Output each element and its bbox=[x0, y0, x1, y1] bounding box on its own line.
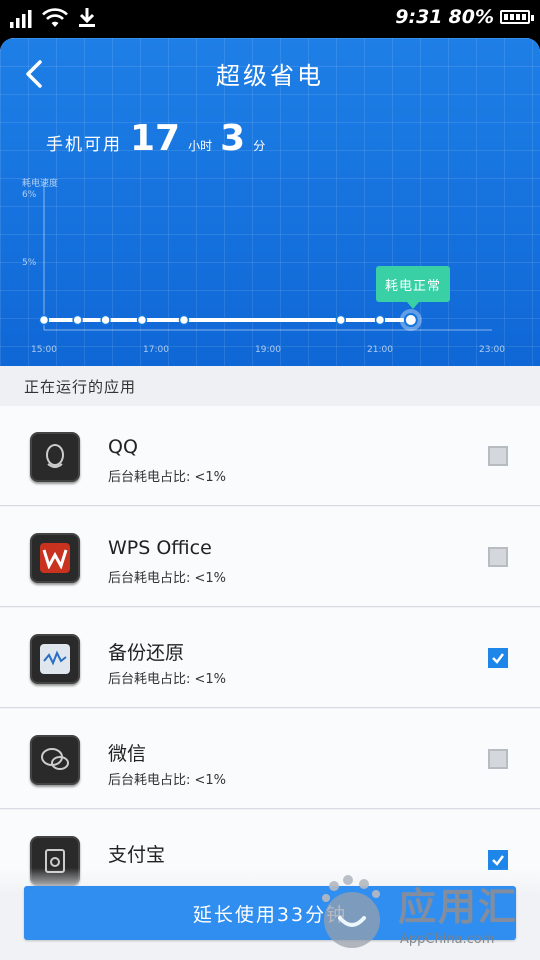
app-checkbox[interactable] bbox=[488, 547, 508, 567]
running-apps-list: QQ 后台耗电占比: <1% WPS Office 后台耗电占比: <1% 备份… bbox=[0, 406, 540, 906]
list-item: WPS Office 后台耗电占比: <1% bbox=[0, 507, 540, 607]
x-tick-label: 17:00 bbox=[143, 345, 169, 355]
battery-hero-panel: 超级省电 手机可用 17 小时 3 分 耗电速度 6% 5% 15:00 17:0… bbox=[0, 38, 540, 366]
status-tooltip: 耗电正常 bbox=[376, 266, 450, 309]
appchina-watermark: 应用汇 AppChina.com bbox=[312, 870, 532, 958]
x-tick-label: 19:00 bbox=[255, 345, 281, 355]
data-point bbox=[335, 314, 347, 326]
watermark-url: AppChina.com bbox=[400, 932, 495, 947]
signal-icon bbox=[10, 10, 32, 28]
status-bar: 9:31 80% bbox=[0, 0, 540, 38]
data-point bbox=[72, 314, 83, 326]
app-usage: 后台耗电占比: <1% bbox=[108, 470, 227, 485]
x-tick-label: 23:00 bbox=[479, 345, 505, 355]
list-item: 微信 后台耗电占比: <1% bbox=[0, 709, 540, 809]
backup-icon bbox=[30, 634, 80, 684]
app-usage: 后台耗电占比: <1% bbox=[108, 773, 227, 788]
clock: 9:31 bbox=[395, 6, 443, 28]
list-item: QQ 后台耗电占比: <1% bbox=[0, 406, 540, 506]
running-apps-header: 正在运行的应用 bbox=[0, 366, 540, 406]
app-name: WPS Office bbox=[108, 537, 212, 559]
app-checkbox[interactable] bbox=[488, 648, 508, 668]
x-tick-label: 15:00 bbox=[31, 345, 57, 355]
app-checkbox[interactable] bbox=[488, 850, 508, 870]
section-title: 正在运行的应用 bbox=[24, 378, 137, 396]
app-checkbox[interactable] bbox=[488, 749, 508, 769]
app-usage: 后台耗电占比: <1% bbox=[108, 672, 227, 687]
x-tick-label: 21:00 bbox=[367, 345, 393, 355]
app-checkbox[interactable] bbox=[488, 446, 508, 466]
super-power-saving-screen: 超级省电 手机可用 17 小时 3 分 耗电速度 6% 5% 15:00 17:0… bbox=[0, 38, 540, 960]
status-icons bbox=[10, 8, 96, 28]
wps-icon bbox=[30, 533, 80, 583]
app-name: 微信 bbox=[108, 743, 147, 765]
power-usage-chart: 15:00 17:00 19:00 21:00 23:00 bbox=[31, 182, 505, 355]
appchina-logo-icon bbox=[322, 875, 380, 948]
data-point bbox=[178, 314, 190, 326]
download-icon bbox=[79, 8, 95, 27]
data-point bbox=[100, 314, 111, 326]
qq-icon bbox=[30, 432, 80, 482]
data-point bbox=[38, 314, 50, 326]
list-item: 备份还原 后台耗电占比: <1% bbox=[0, 608, 540, 708]
data-point bbox=[136, 314, 148, 326]
data-point bbox=[403, 313, 418, 327]
app-name: QQ bbox=[108, 436, 138, 458]
app-usage: 后台耗电占比: <1% bbox=[108, 571, 227, 586]
watermark-text: 应用汇 bbox=[398, 885, 519, 929]
wifi-icon bbox=[42, 8, 68, 27]
status-right: 9:31 80% bbox=[395, 6, 534, 28]
app-name: 支付宝 bbox=[108, 844, 166, 866]
app-name: 备份还原 bbox=[108, 642, 185, 664]
battery-icon bbox=[500, 10, 534, 24]
wechat-icon bbox=[30, 735, 80, 785]
battery-percent: 80% bbox=[448, 6, 494, 28]
data-point bbox=[374, 314, 386, 326]
